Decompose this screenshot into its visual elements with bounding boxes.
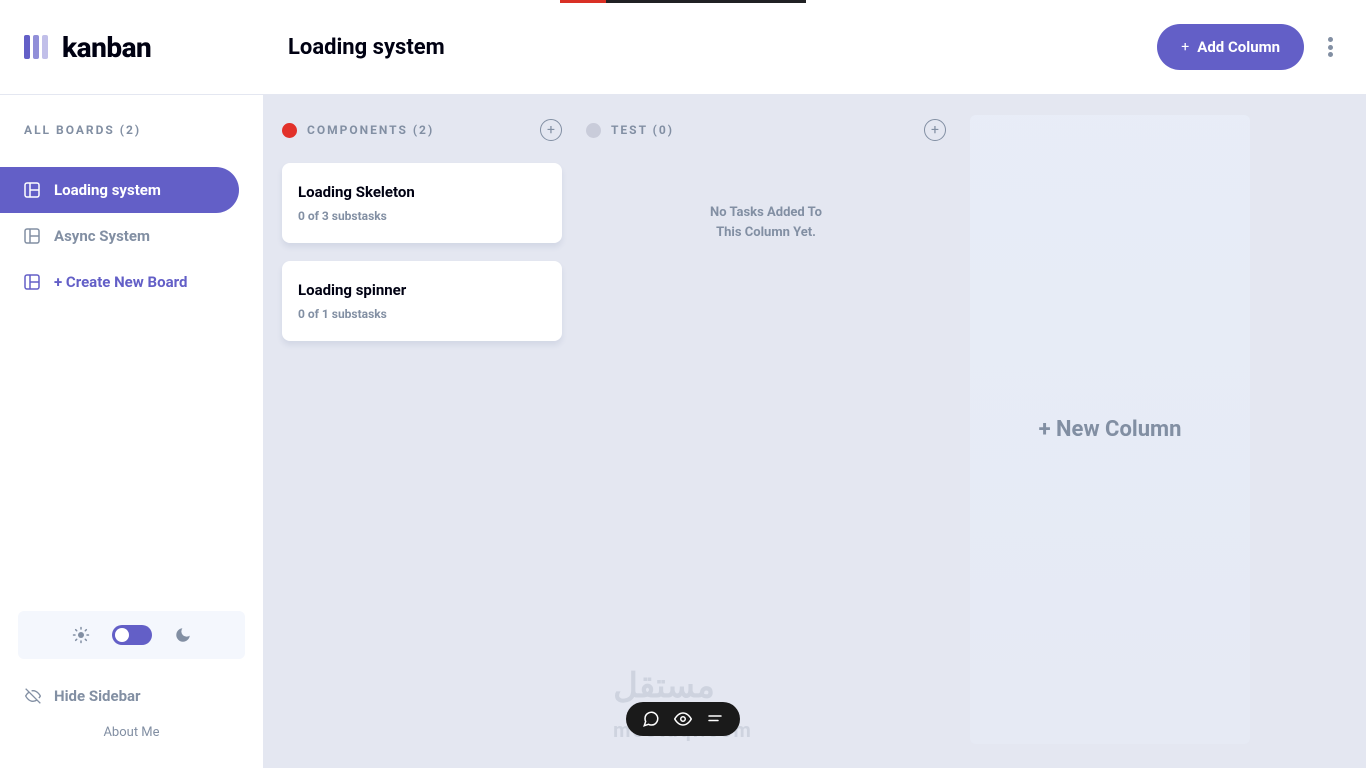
column-title: TEST (0) <box>611 123 674 137</box>
all-boards-header: ALL BOARDS (2) <box>0 109 263 151</box>
column-color-dot <box>586 123 601 138</box>
task-title: Loading spinner <box>298 281 546 299</box>
create-new-board-button[interactable]: + Create New Board <box>0 259 239 305</box>
board-item-label: Loading system <box>54 181 161 199</box>
board-icon <box>24 274 40 290</box>
hide-sidebar-label: Hide Sidebar <box>54 687 141 705</box>
theme-toggle-panel <box>18 611 245 659</box>
menu-icon[interactable] <box>706 710 724 728</box>
board-area: COMPONENTS (2) + Loading Skeleton 0 of 3… <box>264 95 1366 768</box>
logo-text: kanban <box>62 31 151 64</box>
sidebar-board-async-system[interactable]: Async System <box>0 213 239 259</box>
eye-icon[interactable] <box>674 710 692 728</box>
column-color-dot <box>282 123 297 138</box>
add-column-label: Add Column <box>1197 38 1280 56</box>
sidebar-board-loading-system[interactable]: Loading system <box>0 167 239 213</box>
about-me-link[interactable]: About Me <box>18 715 245 750</box>
hide-sidebar-button[interactable]: Hide Sidebar <box>18 677 245 715</box>
task-subtask-count: 0 of 1 substasks <box>298 307 546 321</box>
add-task-button[interactable]: + <box>540 119 562 141</box>
column-title: COMPONENTS (2) <box>307 123 434 137</box>
create-board-label: + Create New Board <box>54 273 187 291</box>
logo: kanban <box>0 31 264 64</box>
chat-icon[interactable] <box>642 710 660 728</box>
column-test: TEST (0) + No Tasks Added To This Column… <box>586 119 946 744</box>
board-title: Loading system <box>288 35 1157 60</box>
task-title: Loading Skeleton <box>298 183 546 201</box>
floating-toolbar <box>626 702 740 736</box>
plus-icon: + <box>1181 39 1189 55</box>
logo-icon <box>24 35 48 59</box>
add-column-button[interactable]: + Add Column <box>1157 24 1304 70</box>
task-card[interactable]: Loading spinner 0 of 1 substasks <box>282 261 562 341</box>
task-subtask-count: 0 of 3 substasks <box>298 209 546 223</box>
eye-off-icon <box>24 688 42 704</box>
moon-icon <box>174 626 192 644</box>
new-column-label: + New Column <box>1039 417 1182 442</box>
column-components: COMPONENTS (2) + Loading Skeleton 0 of 3… <box>282 119 562 744</box>
empty-column-message: No Tasks Added To This Column Yet. <box>586 163 946 282</box>
new-column-button[interactable]: + New Column <box>970 115 1250 744</box>
theme-toggle-switch[interactable] <box>112 625 152 645</box>
app-header: kanban Loading system + Add Column <box>0 0 1366 95</box>
sidebar: ALL BOARDS (2) Loading system Async Syst… <box>0 95 264 768</box>
more-options-button[interactable] <box>1322 37 1338 57</box>
board-icon <box>24 228 40 244</box>
sun-icon <box>72 626 90 644</box>
add-task-button[interactable]: + <box>924 119 946 141</box>
task-card[interactable]: Loading Skeleton 0 of 3 substasks <box>282 163 562 243</box>
browser-accent-bar <box>560 0 806 3</box>
board-item-label: Async System <box>54 227 150 245</box>
board-icon <box>24 182 40 198</box>
